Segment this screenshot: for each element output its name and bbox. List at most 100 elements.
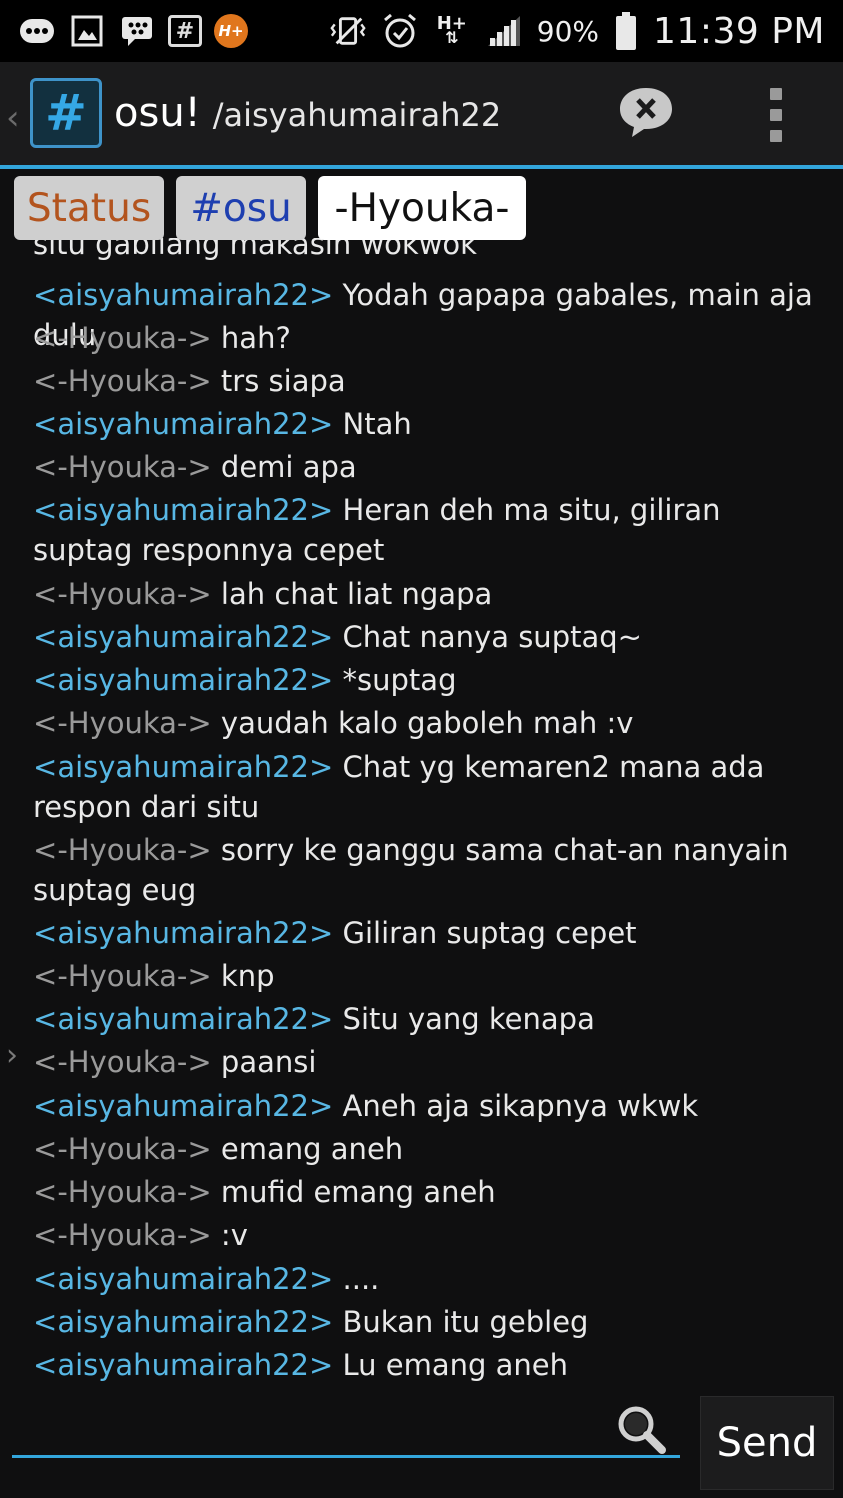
chat-log[interactable]: situ gabilang makasih wokwok <aisyahumai… bbox=[0, 238, 843, 1388]
nickname-subtitle: /aisyahumairah22 bbox=[212, 96, 502, 134]
message-nick[interactable]: -Hyouka- bbox=[57, 364, 187, 398]
nick-bracket-close: > bbox=[309, 1348, 343, 1382]
nick-bracket-open: < bbox=[33, 620, 58, 654]
battery-percentage: 90% bbox=[536, 14, 600, 48]
nick-bracket-close: > bbox=[309, 493, 343, 527]
chat-message: <-Hyouka-> mufid emang aneh bbox=[33, 1172, 823, 1212]
message-nick[interactable]: aisyahumairah22 bbox=[57, 1348, 309, 1382]
message-text: *suptag bbox=[342, 663, 457, 697]
chat-message: <-Hyouka-> sorry ke ganggu sama chat-an … bbox=[33, 830, 823, 910]
chat-message: <-Hyouka-> :v bbox=[33, 1215, 823, 1255]
message-text: Ntah bbox=[342, 407, 412, 441]
close-conversation-button[interactable] bbox=[616, 84, 676, 140]
chat-message: <aisyahumairah22> Chat nanya suptaq~ bbox=[33, 617, 823, 657]
message-input[interactable] bbox=[12, 1402, 680, 1458]
nick-bracket-open: < bbox=[33, 750, 58, 784]
message-nick[interactable]: -Hyouka- bbox=[57, 450, 187, 484]
message-nick[interactable]: aisyahumairah22 bbox=[57, 620, 309, 654]
message-nick[interactable]: -Hyouka- bbox=[57, 706, 187, 740]
close-bubble-icon bbox=[620, 88, 672, 137]
overflow-menu-button[interactable] bbox=[764, 88, 788, 142]
back-chevron-icon[interactable]: ‹ bbox=[6, 98, 20, 138]
channel-tabs: Status #osu -Hyouka- bbox=[14, 176, 526, 240]
message-text: Bukan itu gebleg bbox=[342, 1305, 589, 1339]
chat-line-partial: situ gabilang makasih wokwok bbox=[33, 238, 477, 261]
message-text: Chat nanya suptaq~ bbox=[342, 620, 642, 654]
chat-message: <-Hyouka-> lah chat liat ngapa bbox=[33, 574, 823, 614]
message-nick[interactable]: aisyahumairah22 bbox=[57, 916, 309, 950]
nick-bracket-close: > bbox=[187, 577, 221, 611]
nick-bracket-open: < bbox=[33, 407, 58, 441]
message-nick[interactable]: -Hyouka- bbox=[57, 577, 187, 611]
nick-bracket-open: < bbox=[33, 959, 58, 993]
message-text: Aneh aja sikapnya wkwk bbox=[342, 1089, 699, 1123]
search-icon bbox=[618, 1406, 666, 1454]
nick-bracket-close: > bbox=[187, 706, 221, 740]
tab-hyouka-query[interactable]: -Hyouka- bbox=[318, 176, 526, 240]
nick-bracket-open: < bbox=[33, 450, 58, 484]
message-text: Situ yang kenapa bbox=[342, 1002, 595, 1036]
message-nick[interactable]: -Hyouka- bbox=[57, 1132, 187, 1166]
chat-message: <aisyahumairah22> Situ yang kenapa bbox=[33, 999, 823, 1039]
nick-bracket-close: > bbox=[309, 620, 343, 654]
chat-message: <aisyahumairah22> Heran deh ma situ, gil… bbox=[33, 490, 823, 570]
message-text: yaudah kalo gaboleh mah :v bbox=[220, 706, 634, 740]
title-divider bbox=[0, 165, 843, 169]
nick-bracket-close: > bbox=[309, 1305, 343, 1339]
message-nick[interactable]: aisyahumairah22 bbox=[57, 1002, 309, 1036]
nick-bracket-open: < bbox=[33, 663, 58, 697]
nick-bracket-close: > bbox=[309, 750, 343, 784]
chat-message: <aisyahumairah22> *suptag bbox=[33, 660, 823, 700]
tab-osu-channel[interactable]: #osu bbox=[176, 176, 306, 240]
chat-message: <aisyahumairah22> Ntah bbox=[33, 404, 823, 444]
nick-bracket-close: > bbox=[309, 1262, 343, 1296]
chat-message: <-Hyouka-> trs siapa bbox=[33, 361, 823, 401]
message-nick[interactable]: aisyahumairah22 bbox=[57, 1305, 309, 1339]
message-nick[interactable]: -Hyouka- bbox=[57, 1218, 187, 1252]
search-button[interactable] bbox=[612, 1400, 674, 1462]
nick-bracket-open: < bbox=[33, 1262, 58, 1296]
chat-message: <aisyahumairah22> Aneh aja sikapnya wkwk bbox=[33, 1086, 823, 1126]
blackberry-icon bbox=[118, 13, 156, 49]
message-nick[interactable]: -Hyouka- bbox=[57, 1175, 187, 1209]
chat-message: <aisyahumairah22> Lu emang aneh bbox=[33, 1345, 823, 1385]
message-nick[interactable]: aisyahumairah22 bbox=[57, 750, 309, 784]
message-nick[interactable]: aisyahumairah22 bbox=[57, 663, 309, 697]
tab-status[interactable]: Status bbox=[14, 176, 164, 240]
nick-bracket-open: < bbox=[33, 1175, 58, 1209]
message-text: :v bbox=[220, 1218, 248, 1252]
message-nick[interactable]: -Hyouka- bbox=[57, 1045, 187, 1079]
message-text: hah? bbox=[220, 321, 291, 355]
nick-bracket-open: < bbox=[33, 1045, 58, 1079]
nick-bracket-close: > bbox=[187, 1218, 221, 1252]
message-nick[interactable]: aisyahumairah22 bbox=[57, 1262, 309, 1296]
send-button[interactable]: Send bbox=[700, 1396, 834, 1490]
message-text: Giliran suptag cepet bbox=[342, 916, 637, 950]
menu-dot bbox=[770, 130, 782, 142]
app-hash-icon[interactable]: # bbox=[30, 78, 102, 148]
page-title: osu! /aisyahumairah22 bbox=[114, 90, 501, 136]
message-text: knp bbox=[220, 959, 275, 993]
chat-message: <aisyahumairah22> Bukan itu gebleg bbox=[33, 1302, 823, 1342]
message-nick[interactable]: aisyahumairah22 bbox=[57, 407, 309, 441]
drawer-handle-icon[interactable]: › bbox=[6, 1038, 18, 1073]
gallery-icon bbox=[68, 13, 106, 49]
message-nick[interactable]: aisyahumairah22 bbox=[57, 493, 309, 527]
message-nick[interactable]: aisyahumairah22 bbox=[57, 1089, 309, 1123]
status-bar: # H+ H+ ⇅ 90% 11:39 PM bbox=[0, 0, 843, 62]
nick-bracket-open: < bbox=[33, 364, 58, 398]
message-nick[interactable]: aisyahumairah22 bbox=[57, 278, 309, 312]
nick-bracket-close: > bbox=[309, 1002, 343, 1036]
nick-bracket-close: > bbox=[187, 1045, 221, 1079]
chat-message: <aisyahumairah22> Chat yg kemaren2 mana … bbox=[33, 747, 823, 827]
nick-bracket-close: > bbox=[187, 833, 221, 867]
clock: 11:39 PM bbox=[653, 10, 825, 52]
nick-bracket-open: < bbox=[33, 1089, 58, 1123]
message-nick[interactable]: -Hyouka- bbox=[57, 959, 187, 993]
message-nick[interactable]: -Hyouka- bbox=[57, 833, 187, 867]
message-nick[interactable]: -Hyouka- bbox=[57, 321, 187, 355]
action-bar: ‹ # osu! /aisyahumairah22 bbox=[0, 62, 843, 168]
nick-bracket-close: > bbox=[187, 450, 221, 484]
message-text: demi apa bbox=[220, 450, 357, 484]
nick-bracket-close: > bbox=[187, 364, 221, 398]
